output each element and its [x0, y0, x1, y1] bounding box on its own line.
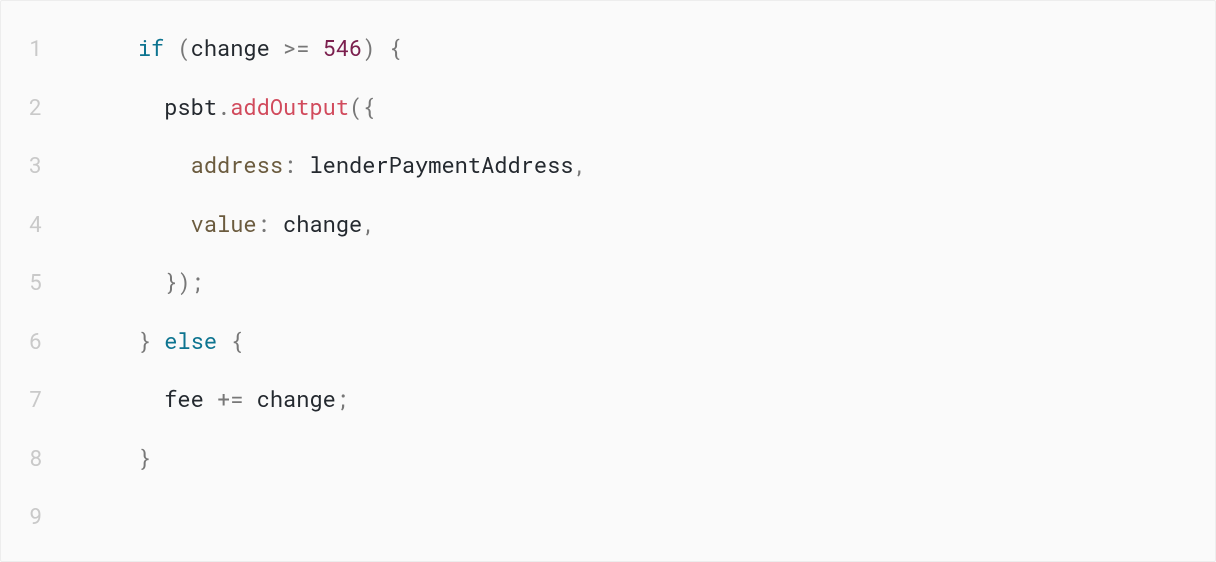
- code-content: if (change >= 546) {: [57, 19, 402, 78]
- code-line: 3 address: lenderPaymentAddress,: [1, 136, 1215, 195]
- code-token: {: [389, 33, 402, 62]
- code-token: }: [138, 443, 151, 472]
- code-content: } else {: [57, 312, 243, 371]
- code-token: ,: [362, 209, 375, 238]
- code-token: {: [230, 326, 243, 355]
- code-token: [217, 326, 230, 355]
- code-token: change: [270, 209, 362, 238]
- code-line: 6 } else {: [1, 312, 1215, 371]
- line-number: 7: [1, 370, 57, 429]
- code-content: value: change,: [57, 195, 375, 254]
- code-content: psbt.addOutput({: [57, 78, 375, 137]
- line-number: 4: [1, 195, 57, 254]
- code-line: 9: [1, 487, 1215, 546]
- code-token: :: [257, 209, 270, 238]
- code-token: >=: [283, 33, 309, 62]
- code-token: addOutput: [230, 92, 349, 121]
- line-number: 5: [1, 253, 57, 312]
- line-number: 9: [1, 487, 57, 546]
- code-line: 7 fee += change;: [1, 370, 1215, 429]
- code-token: if: [138, 33, 164, 62]
- line-number: 8: [1, 429, 57, 488]
- line-number: 1: [1, 19, 57, 78]
- code-content: address: lenderPaymentAddress,: [57, 136, 587, 195]
- line-number: 6: [1, 312, 57, 371]
- code-content: fee += change;: [57, 370, 349, 429]
- code-line: 2 psbt.addOutput({: [1, 78, 1215, 137]
- code-token: [309, 33, 322, 62]
- code-content: }: [57, 429, 151, 488]
- code-token: :: [283, 150, 296, 179]
- code-token: change: [243, 384, 335, 413]
- code-token: else: [164, 326, 217, 355]
- code-token: .: [217, 92, 230, 121]
- code-token: [164, 33, 177, 62]
- code-token: psbt: [164, 92, 217, 121]
- code-token: value: [191, 209, 257, 238]
- code-content: });: [57, 253, 204, 312]
- code-token: [151, 326, 164, 355]
- code-line: 8 }: [1, 429, 1215, 488]
- code-token: +=: [217, 384, 243, 413]
- code-token: fee: [164, 384, 217, 413]
- code-token: [375, 33, 388, 62]
- line-number: 3: [1, 136, 57, 195]
- code-token: ): [362, 33, 375, 62]
- code-token: change: [191, 33, 283, 62]
- code-token: });: [164, 267, 204, 296]
- code-token: ,: [574, 150, 587, 179]
- code-token: address: [191, 150, 283, 179]
- code-token: ;: [336, 384, 349, 413]
- code-token: ({: [349, 92, 375, 121]
- code-block: 1 if (change >= 546) {2 psbt.addOutput({…: [0, 0, 1216, 562]
- code-line: 5 });: [1, 253, 1215, 312]
- code-token: (: [177, 33, 190, 62]
- code-token: lenderPaymentAddress: [296, 150, 573, 179]
- line-number: 2: [1, 78, 57, 137]
- code-line: 4 value: change,: [1, 195, 1215, 254]
- code-line: 1 if (change >= 546) {: [1, 19, 1215, 78]
- code-token: }: [138, 326, 151, 355]
- code-token: 546: [323, 33, 363, 62]
